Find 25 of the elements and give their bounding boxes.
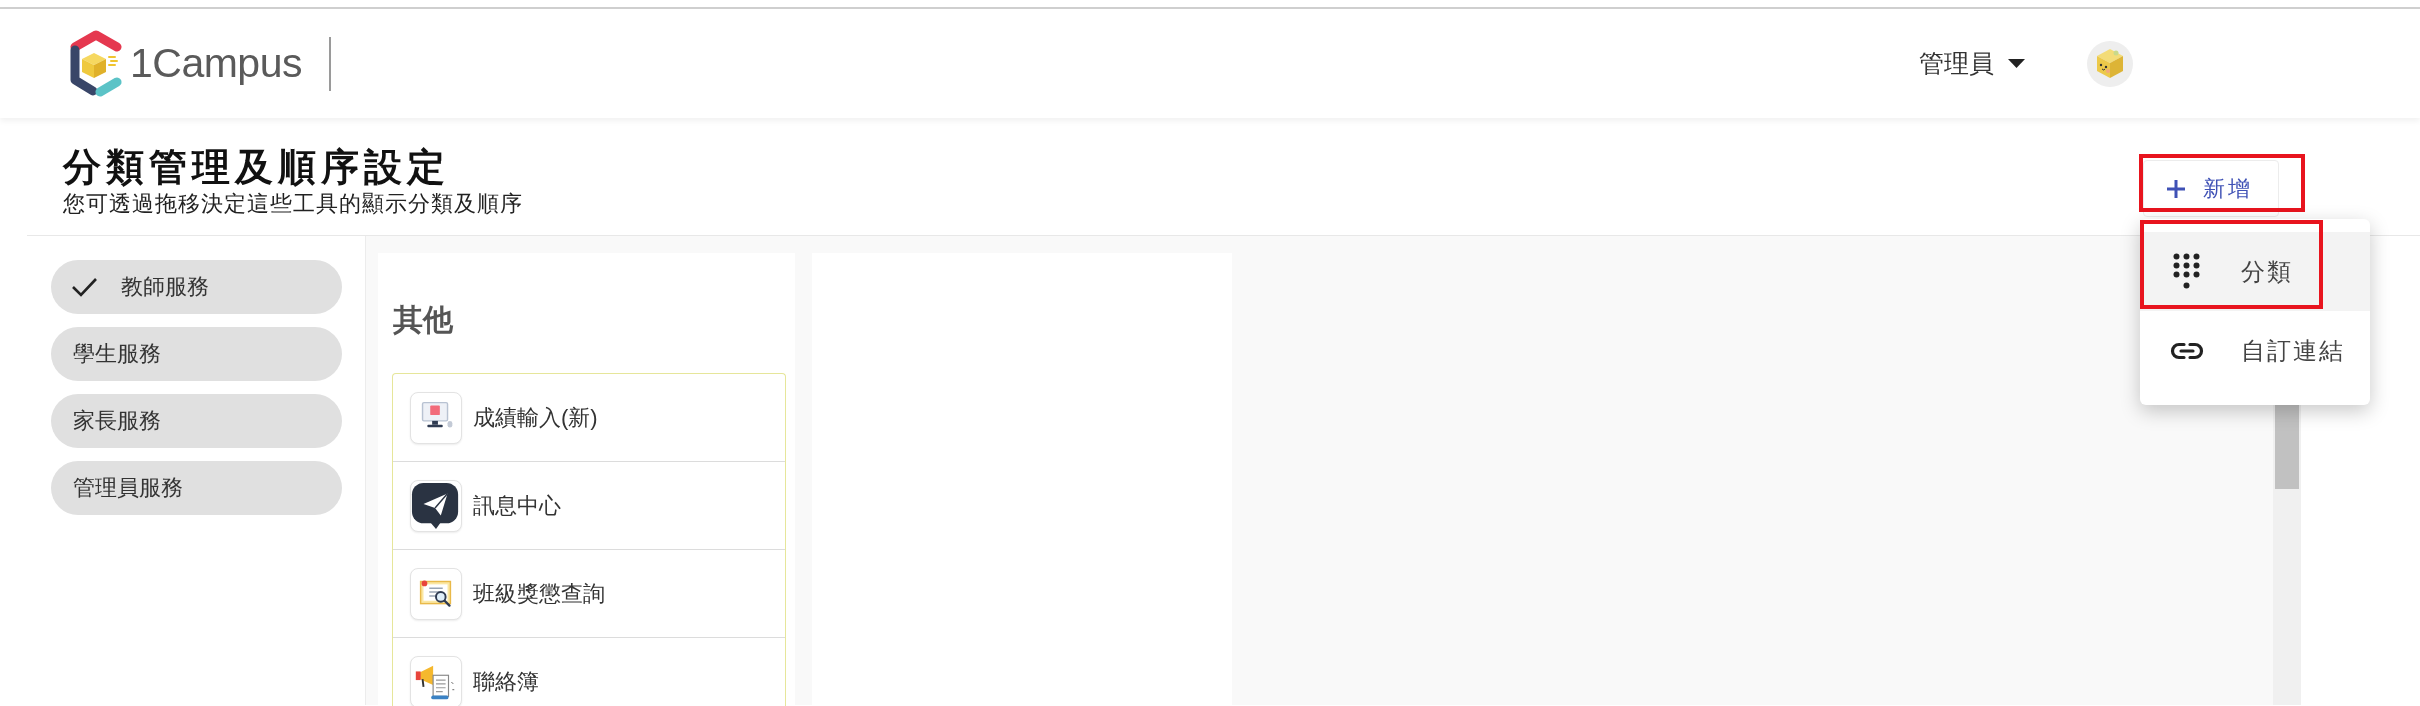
page-title: 分類管理及順序設定	[63, 145, 450, 189]
sidebar-item[interactable]: 教師服務	[51, 260, 342, 314]
logo-icon	[68, 29, 124, 98]
monitor-icon	[410, 391, 462, 444]
dialpad-icon	[2173, 253, 2200, 290]
page-subtitle: 您可透過拖移決定這些工具的顯示分類及順序	[63, 191, 523, 217]
paper-plane-icon	[410, 479, 462, 532]
plus-icon	[2166, 178, 2186, 199]
category-title: 其他	[393, 303, 453, 337]
sidebar-item[interactable]: 家長服務	[51, 394, 342, 448]
user-menu-button[interactable]: 管理員	[1919, 47, 2025, 80]
link-icon	[2170, 341, 2204, 360]
tool-list-item[interactable]: 成績輸入(新)	[393, 374, 785, 462]
logo-text: 1Campus	[130, 40, 302, 87]
tool-list-item[interactable]: 訊息中心	[393, 462, 785, 550]
caret-icon	[2008, 59, 2025, 68]
tool-list-item[interactable]: 班級獎懲查詢	[393, 550, 785, 638]
menu-item[interactable]: 自訂連結	[2140, 311, 2370, 390]
tool-list-item[interactable]: 聯絡簿	[393, 638, 785, 706]
menu-item[interactable]: 分類	[2140, 232, 2370, 311]
sidebar-item[interactable]: 管理員服務	[51, 461, 342, 515]
avatar-icon[interactable]	[2087, 40, 2133, 87]
document-magnifier-icon	[410, 567, 462, 620]
add-button[interactable]: 新增	[2143, 160, 2279, 217]
sidebar-item[interactable]: 學生服務	[51, 327, 342, 381]
